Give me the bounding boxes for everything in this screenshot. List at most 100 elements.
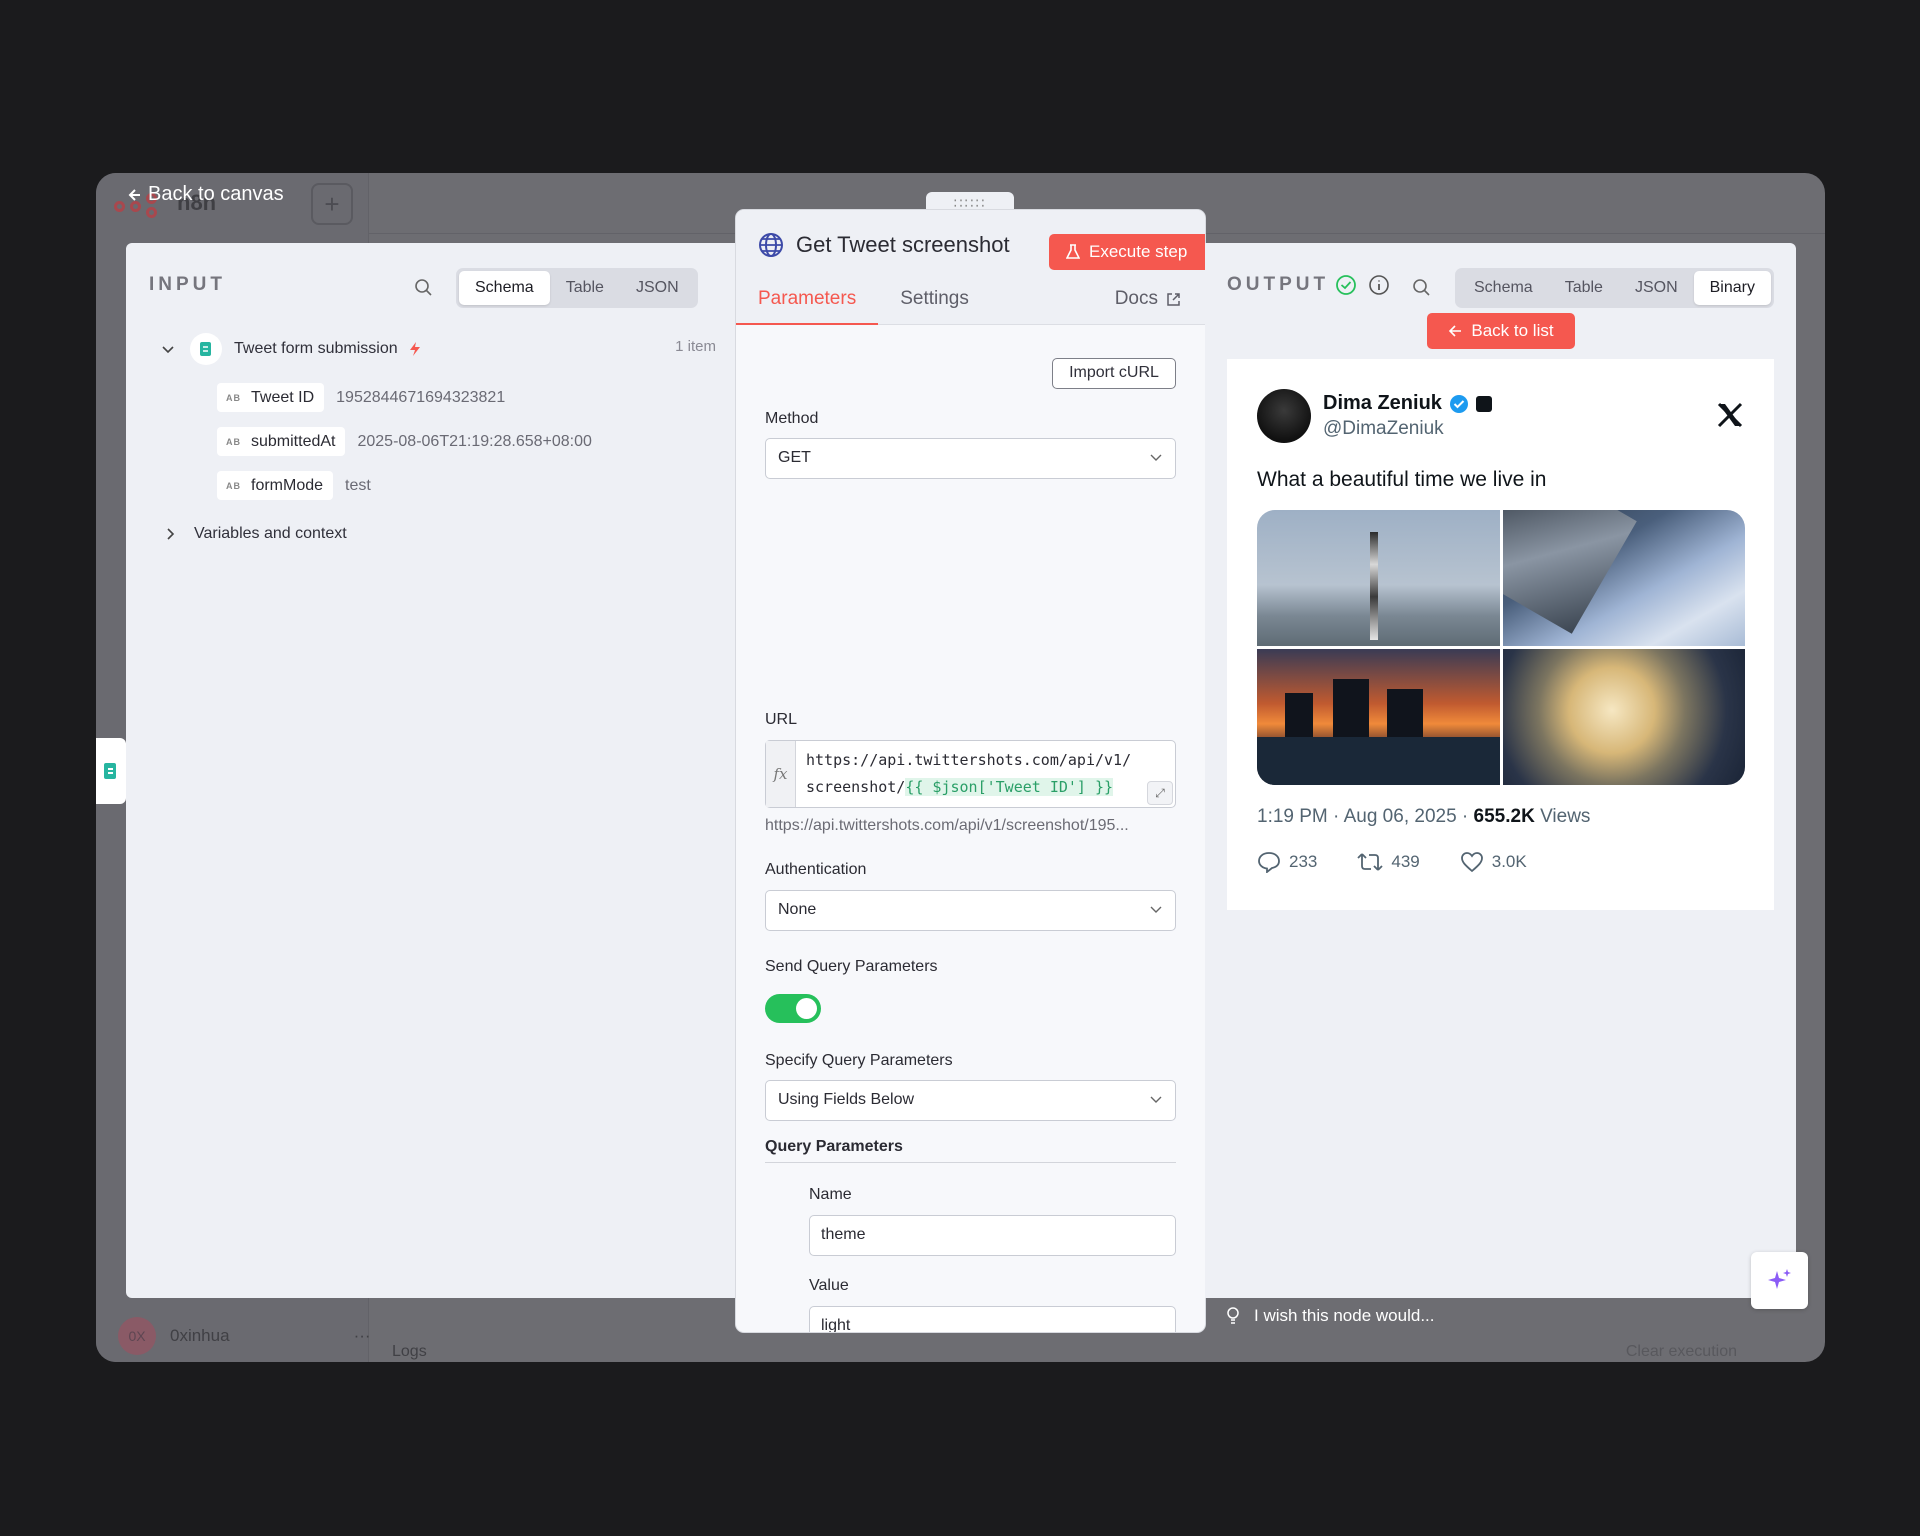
url-preview: https://api.twittershots.com/api/v1/scre… [765,817,1129,834]
tab-settings[interactable]: Settings [878,288,991,325]
query-parameters-title: Query Parameters [765,1138,1176,1163]
tab-schema[interactable]: Schema [459,271,550,305]
info-icon[interactable] [1368,274,1390,296]
url-label: URL [765,711,798,728]
back-to-canvas-button[interactable]: Back to canvas [126,183,284,206]
string-type-icon: AB [226,392,241,403]
variables-context-row[interactable]: Variables and context [162,525,347,543]
authentication-select[interactable]: None [765,890,1176,931]
url-expression-input[interactable]: fx https://api.twittershots.com/api/v1/ … [765,740,1176,808]
like-count: 3.0K [1491,852,1527,871]
lightbulb-icon [1227,1307,1239,1324]
retweet-icon [1357,853,1384,871]
execute-step-label: Execute step [1089,242,1188,261]
node-parameters-panel: Get Tweet screenshot Execute step Parame… [736,210,1205,1332]
views-count: 655.2K [1473,806,1535,827]
field-name-chip[interactable]: AB Tweet ID [217,383,325,412]
param-name-label: Name [809,1186,852,1203]
user-name: 0xinhua [170,1326,230,1345]
node-tree-row[interactable]: Tweet form submission [160,333,422,365]
flask-icon [1066,244,1080,259]
url-line-1: https://api.twittershots.com/api/v1/ [806,751,1132,769]
string-type-icon: AB [226,436,241,447]
search-icon[interactable] [413,277,435,299]
engine-firing-image [1502,649,1745,785]
author-handle: @DimaZeniuk [1323,418,1444,439]
avatar [1257,389,1311,443]
schema-field: AB formMode test [217,471,371,500]
back-to-canvas-label: Back to canvas [148,183,284,205]
retweet-stat: 439 [1357,851,1420,873]
tab-schema[interactable]: Schema [1458,271,1549,305]
field-name: formMode [251,476,324,494]
docs-link[interactable]: Docs [1115,288,1181,310]
organization-badge-icon [1475,395,1492,412]
user-menu[interactable]: 0X 0xinhua ··· [118,1317,371,1355]
tweet-text: What a beautiful time we live in [1257,468,1547,491]
send-query-toggle[interactable] [765,994,821,1023]
node-title: Get Tweet screenshot [758,232,1010,258]
add-button[interactable]: + [311,183,353,225]
tab-table[interactable]: Table [550,271,620,305]
string-type-icon: AB [226,480,241,491]
method-value: GET [778,449,811,466]
search-icon[interactable] [1411,277,1433,299]
url-expression: {{ $json['Tweet ID'] }} [905,778,1114,796]
field-value: 1952844671694323821 [336,388,506,406]
node-name: Tweet form submission [234,340,398,357]
avatar: 0X [118,1317,156,1355]
field-name: Tweet ID [251,388,315,406]
specify-query-select[interactable]: Using Fields Below [765,1080,1176,1121]
param-value-input[interactable]: light [809,1306,1176,1332]
previous-node-tab[interactable] [96,738,126,804]
field-name: submittedAt [251,432,336,450]
ai-assistant-button[interactable] [1751,1252,1808,1309]
tab-binary[interactable]: Binary [1693,271,1771,305]
expand-editor-icon[interactable]: ⤢ [1147,781,1173,805]
output-panel: OUTPUT Schema Table JSON Binary Back to … [1205,243,1796,1298]
field-value: test [345,476,371,494]
tab-parameters[interactable]: Parameters [736,288,879,325]
arrow-left-icon [128,188,140,201]
tweet-image-grid [1257,510,1745,785]
tab-table[interactable]: Table [1549,271,1619,305]
node-header: Get Tweet screenshot Execute step Parame… [736,210,1205,325]
lightning-icon [409,342,420,356]
chevron-down-icon [1150,454,1162,461]
authentication-label: Authentication [765,861,867,878]
field-name-chip[interactable]: AB formMode [217,471,334,500]
tab-json[interactable]: JSON [620,271,695,305]
views-label: Views [1534,806,1591,827]
retweet-count: 439 [1391,852,1420,871]
execute-step-button[interactable]: Execute step [1049,234,1205,270]
specify-query-value: Using Fields Below [778,1091,915,1108]
input-title: INPUT [149,274,226,295]
reply-stat: 233 [1257,851,1317,873]
import-curl-button[interactable]: Import cURL [1052,358,1176,389]
back-to-list-button[interactable]: Back to list [1427,313,1575,349]
field-value: 2025-08-06T21:19:28.658+08:00 [357,432,592,450]
param-name-input[interactable]: theme [809,1215,1176,1256]
sparkle-icon [1767,1268,1791,1289]
tweet-timestamp: 1:19 PM · Aug 06, 2025 · 655.2K Views [1257,806,1590,828]
more-icon[interactable]: ··· [354,1326,371,1346]
clear-execution-button[interactable]: Clear execution [1626,1343,1737,1361]
reply-count: 233 [1289,852,1318,871]
chevron-right-icon[interactable] [162,526,178,542]
method-select[interactable]: GET [765,438,1176,479]
form-node-icon [104,763,116,779]
url-path: screenshot/ [806,778,906,796]
tweet-stats: 233 439 3.0K [1257,851,1527,873]
send-query-label: Send Query Parameters [765,958,938,975]
logs-label[interactable]: Logs [392,1343,427,1361]
output-view-switcher: Schema Table JSON Binary [1455,268,1774,308]
authentication-value: None [778,901,817,918]
feedback-prompt[interactable]: I wish this node would... [1226,1306,1434,1326]
expression-fx-icon: fx [766,741,796,807]
field-name-chip[interactable]: AB submittedAt [217,427,346,456]
tweet-author: Dima Zeniuk [1323,392,1492,415]
chevron-down-icon[interactable] [160,341,176,357]
success-check-icon [1336,275,1356,295]
globe-icon [759,233,783,257]
tab-json[interactable]: JSON [1619,271,1694,305]
